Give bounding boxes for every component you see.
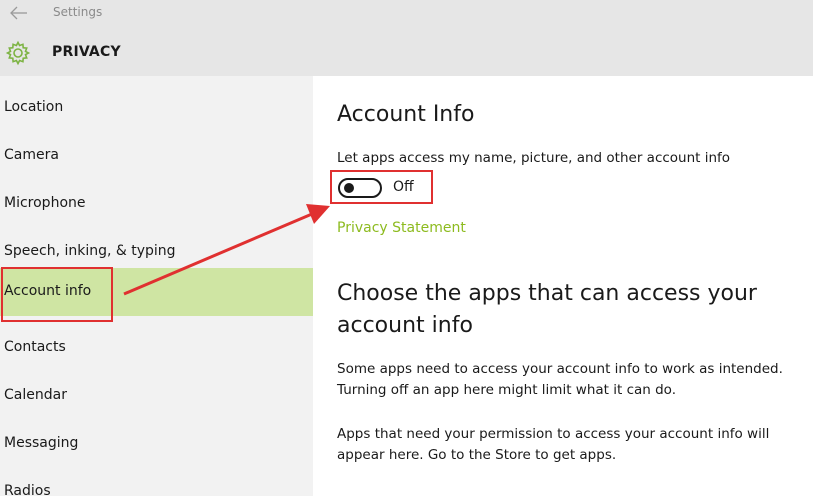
section-title: PRIVACY (52, 44, 121, 60)
sidebar-item-label: Radios (4, 483, 51, 496)
sidebar-item-radios[interactable]: Radios (0, 468, 313, 496)
account-info-toggle[interactable] (338, 178, 382, 198)
sidebar-item-label: Messaging (4, 435, 79, 451)
page-title: Account Info (337, 102, 475, 127)
sidebar-item-label: Contacts (4, 339, 66, 355)
apps-section-heading: Choose the apps that can access your acc… (337, 281, 757, 338)
account-info-toggle-row: Off (337, 176, 417, 198)
settings-window: Settings PRIVACY Location Camera Microph… (0, 0, 813, 496)
window-title: Settings (53, 5, 103, 19)
content-pane: Account Info Let apps access my name, pi… (313, 76, 813, 496)
back-button[interactable] (8, 3, 30, 23)
sidebar-nav: Location Camera Microphone Speech, inkin… (0, 76, 313, 496)
sidebar-item-account-info[interactable]: Account info (0, 268, 313, 316)
sidebar-item-label: Microphone (4, 195, 86, 211)
sidebar-item-label: Account info (4, 283, 92, 299)
sidebar-item-microphone[interactable]: Microphone (0, 180, 313, 228)
back-arrow-icon (10, 6, 27, 20)
sidebar-item-location[interactable]: Location (0, 84, 313, 132)
sidebar-item-label: Calendar (4, 387, 67, 403)
privacy-statement-link[interactable]: Privacy Statement (337, 220, 466, 236)
toggle-knob (344, 183, 354, 193)
sidebar-item-label: Speech, inking, & typing (4, 243, 176, 259)
sidebar-item-messaging[interactable]: Messaging (0, 420, 313, 468)
header-bar: Settings PRIVACY (0, 0, 813, 76)
apps-info-paragraph: Some apps need to access your account in… (337, 361, 783, 398)
toggle-state-label: Off (393, 179, 414, 195)
toggle-description: Let apps access my name, picture, and ot… (337, 150, 731, 166)
sidebar-item-camera[interactable]: Camera (0, 132, 313, 180)
sidebar-item-label: Camera (4, 147, 59, 163)
sidebar-item-contacts[interactable]: Contacts (0, 324, 313, 372)
sidebar-item-label: Location (4, 99, 64, 115)
gear-icon (5, 40, 31, 66)
apps-empty-paragraph: Apps that need your permission to access… (337, 426, 770, 463)
sidebar-item-calendar[interactable]: Calendar (0, 372, 313, 420)
